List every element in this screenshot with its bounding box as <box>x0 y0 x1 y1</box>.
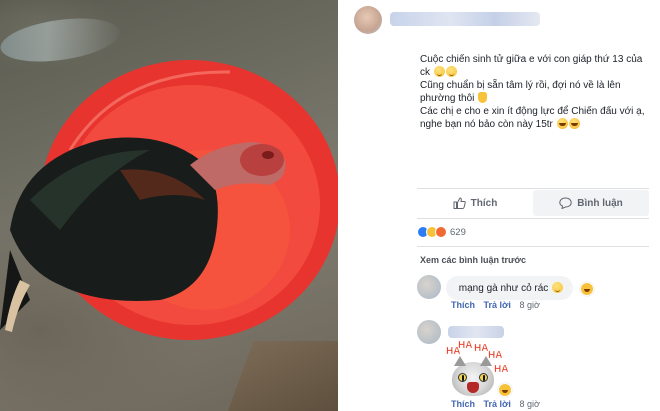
haha-cat-sticker[interactable]: HA HA HA HA HA <box>444 340 510 400</box>
author-name-blurred[interactable] <box>390 12 540 26</box>
comment-bubble-icon <box>559 197 572 209</box>
comment-time[interactable]: 8 giờ <box>519 399 539 409</box>
rooster-head <box>240 144 284 176</box>
cat-ear <box>480 356 492 366</box>
laughing-emoji-icon <box>568 118 580 129</box>
post-line-3: Các chị e cho e xin ít động lực để Chiến… <box>420 106 645 130</box>
blush-emoji-icon <box>433 66 445 77</box>
blush-emoji-icon <box>445 66 457 77</box>
divider <box>417 218 649 219</box>
thumbs-up-icon <box>453 197 466 209</box>
comment-time[interactable]: 8 giờ <box>519 300 539 310</box>
sticker-haha-text: HA <box>474 343 489 354</box>
post-message: Cuộc chiến sinh tử giữa e với con giáp t… <box>420 53 650 131</box>
angry-reaction-icon <box>435 226 447 238</box>
ok-hand-emoji-icon <box>478 92 488 103</box>
comment-reaction-badge[interactable] <box>580 282 594 296</box>
commenter-avatar[interactable] <box>417 275 441 299</box>
comment-meta: Thích Trả lời 8 giờ <box>451 300 540 310</box>
commenter-name-blurred[interactable] <box>448 326 504 338</box>
comment-reply-link[interactable]: Trả lời <box>484 399 511 409</box>
cat-eye <box>479 373 488 382</box>
cat-face-icon <box>452 356 494 396</box>
divider <box>417 188 649 189</box>
like-label: Thích <box>470 197 498 209</box>
comment-reply-link[interactable]: Trả lời <box>484 300 511 310</box>
cat-mouth <box>467 382 479 393</box>
post-line-1: Cuộc chiến sinh tử giữa e với con giáp t… <box>420 54 643 78</box>
divider <box>417 246 649 247</box>
post-header <box>354 6 654 36</box>
haha-reaction-icon <box>581 283 593 295</box>
sticker-haha-text: HA <box>458 340 473 351</box>
comment-meta: Thích Trả lời 8 giờ <box>451 399 540 409</box>
comment-label: Bình luận <box>577 197 623 209</box>
commenter-avatar[interactable] <box>417 320 441 344</box>
comment-like-link[interactable]: Thích <box>451 300 475 310</box>
reaction-count: 629 <box>450 226 466 238</box>
cat-ear <box>454 356 466 366</box>
reactions-summary[interactable]: 629 <box>417 225 466 239</box>
post-photo[interactable] <box>0 0 338 411</box>
comment-text: mạng gà như cỏ rác <box>458 283 549 294</box>
sticker-haha-text: HA <box>494 364 509 375</box>
laughing-emoji-icon <box>556 118 568 129</box>
comment-like-link[interactable]: Thích <box>451 399 475 409</box>
post-line-2: Cũng chuẩn bị sẵn tâm lý rồi, đợi nó về … <box>420 80 621 104</box>
post-actions: Thích Bình luận <box>417 190 649 216</box>
photo-illustration <box>0 60 338 340</box>
comment-button[interactable]: Bình luận <box>533 190 649 216</box>
view-previous-comments-link[interactable]: Xem các bình luận trước <box>420 255 526 265</box>
cat-eye <box>458 373 467 382</box>
blush-emoji-icon <box>552 282 564 293</box>
like-button[interactable]: Thích <box>417 190 533 216</box>
author-avatar[interactable] <box>354 6 382 34</box>
comment-bubble: mạng gà như cỏ rác <box>446 276 574 300</box>
